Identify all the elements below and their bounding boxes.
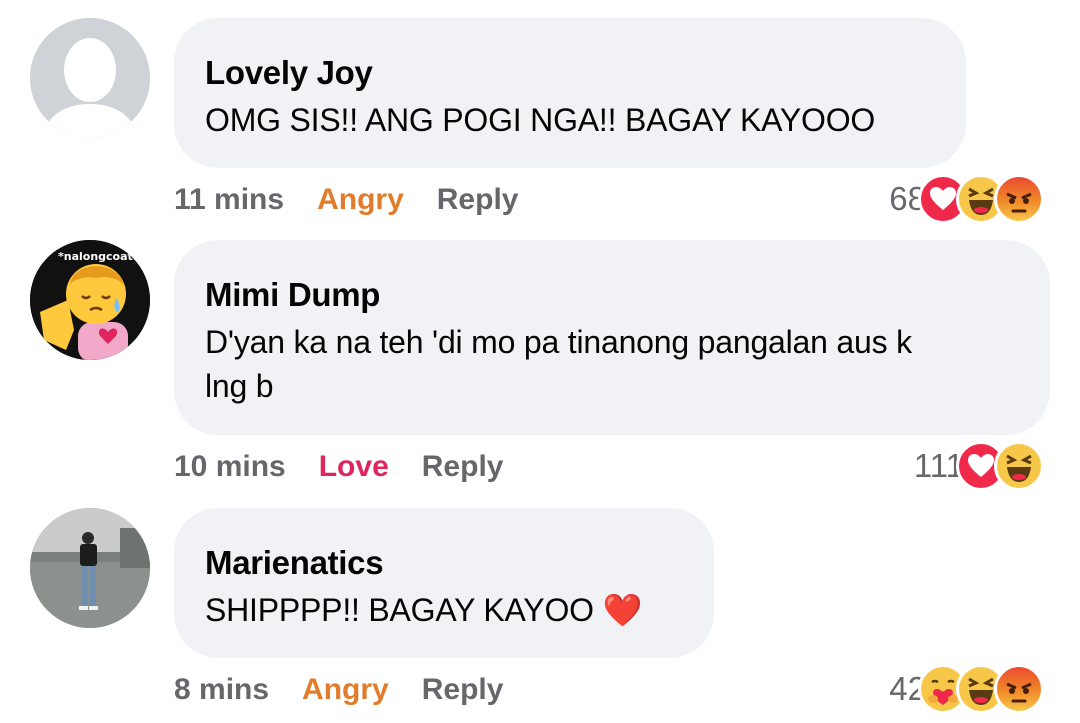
comment-author[interactable]: Lovely Joy (205, 54, 934, 92)
comment-timestamp[interactable]: 8 mins (174, 673, 269, 707)
comment-meta: 8 mins Angry Reply (174, 673, 503, 707)
comment-bubble: Marienatics SHIPPPP!! BAGAY KAYOO ❤️ (174, 508, 714, 658)
comment-text: OMG SIS!! ANG POGI NGA!! BAGAY KAYOOO (205, 102, 876, 138)
photo-avatar[interactable] (30, 508, 150, 628)
comment-text-line-2: lng b (205, 368, 274, 404)
reaction-summary[interactable]: 111 (914, 441, 1044, 491)
comment-meta: 10 mins Love Reply (174, 450, 503, 484)
reaction-summary[interactable]: 42 (889, 664, 1044, 714)
comment-text-line-1: D'yan ka na teh 'di mo pa tinanong panga… (205, 324, 912, 360)
avatar-sticker-text: *nalongcoat (58, 250, 133, 263)
reaction-button[interactable]: Angry (317, 183, 404, 217)
angry-icon (994, 174, 1044, 224)
default-avatar[interactable] (30, 18, 150, 138)
comment-meta: 11 mins Angry Reply (174, 183, 518, 217)
comment-text: SHIPPPP!! BAGAY KAYOO ❤️ (205, 588, 682, 632)
red-heart-icon: ❤️ (602, 591, 643, 629)
reaction-button[interactable]: Love (319, 450, 389, 484)
sticker-avatar[interactable]: *nalongcoat (30, 240, 150, 360)
comment-author[interactable]: Mimi Dump (205, 276, 1018, 314)
person-photo-icon (30, 508, 150, 628)
angry-icon (994, 664, 1044, 714)
comment-bubble: Mimi Dump D'yan ka na teh 'di mo pa tina… (174, 240, 1050, 435)
reaction-summary[interactable]: 68 (889, 174, 1044, 224)
comment-timestamp[interactable]: 11 mins (174, 183, 284, 217)
haha-icon (994, 441, 1044, 491)
reply-button[interactable]: Reply (422, 673, 504, 707)
reply-button[interactable]: Reply (422, 450, 504, 484)
reply-button[interactable]: Reply (437, 183, 519, 217)
comment-author[interactable]: Marienatics (205, 544, 682, 582)
comment-text-body: SHIPPPP!! BAGAY KAYOO (205, 592, 594, 628)
reaction-button[interactable]: Angry (302, 673, 389, 707)
silhouette-icon (30, 18, 150, 138)
comment-bubble: Lovely Joy OMG SIS!! ANG POGI NGA!! BAGA… (174, 18, 966, 168)
comment-timestamp[interactable]: 10 mins (174, 450, 286, 484)
